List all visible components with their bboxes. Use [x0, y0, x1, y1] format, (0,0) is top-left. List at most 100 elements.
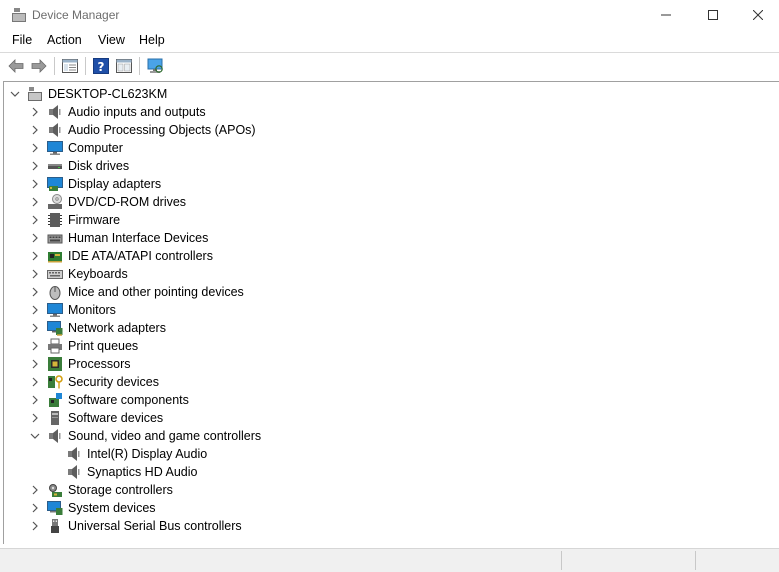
chevron-right-icon[interactable]: [29, 196, 41, 208]
tree-category[interactable]: Firmware: [29, 211, 120, 229]
toolbar-separator: [85, 57, 86, 75]
chevron-right-icon[interactable]: [29, 376, 41, 388]
chevron-right-icon[interactable]: [29, 304, 41, 316]
chevron-right-icon[interactable]: [29, 232, 41, 244]
tree-category[interactable]: Audio inputs and outputs: [29, 103, 206, 121]
status-bar-divider: [561, 551, 562, 570]
maximize-button[interactable]: [690, 0, 736, 30]
menu-file[interactable]: File: [12, 33, 32, 47]
tree-category[interactable]: Keyboards: [29, 265, 128, 283]
chevron-right-icon[interactable]: [29, 520, 41, 532]
device-tree[interactable]: DESKTOP-CL623KM Audio inputs and outputs A…: [3, 81, 779, 544]
chevron-right-icon[interactable]: [29, 250, 41, 262]
chevron-right-icon[interactable]: [29, 484, 41, 496]
tree-item-label: Universal Serial Bus controllers: [68, 519, 242, 533]
chevron-right-icon[interactable]: [29, 160, 41, 172]
tree-device[interactable]: Synaptics HD Audio: [66, 463, 197, 481]
mouse-icon: [47, 284, 63, 300]
tree-item-label: Computer: [68, 141, 123, 155]
show-hide-console-tree-icon[interactable]: [61, 57, 79, 75]
tree-item-label: DVD/CD-ROM drives: [68, 195, 187, 209]
tree-category[interactable]: Monitors: [29, 301, 116, 319]
forward-icon[interactable]: [30, 57, 48, 75]
close-button[interactable]: [735, 0, 779, 30]
toolbar-separator: [139, 57, 140, 75]
tree-item-label: Audio Processing Objects (APOs): [68, 123, 256, 137]
tree-item-label: Intel(R) Display Audio: [87, 447, 208, 461]
tree-category[interactable]: Print queues: [29, 337, 138, 355]
chevron-down-icon[interactable]: [29, 430, 41, 442]
tree-item-label: Display adapters: [68, 177, 162, 191]
tree-category[interactable]: Display adapters: [29, 175, 161, 193]
chevron-right-icon[interactable]: [29, 142, 41, 154]
title-bar: Device Manager: [0, 0, 779, 30]
chevron-right-icon[interactable]: [29, 106, 41, 118]
tree-item-label: Print queues: [68, 339, 139, 353]
tree-category[interactable]: Mice and other pointing devices: [29, 283, 244, 301]
tree-category[interactable]: Universal Serial Bus controllers: [29, 517, 242, 535]
chevron-right-icon[interactable]: [29, 214, 41, 226]
back-icon[interactable]: [7, 57, 25, 75]
tree-category[interactable]: Software components: [29, 391, 189, 409]
chevron-right-icon[interactable]: [29, 502, 41, 514]
menu-help[interactable]: Help: [139, 33, 165, 47]
toolbar: ?: [0, 52, 779, 79]
chevron-down-icon[interactable]: [9, 88, 21, 100]
chevron-right-icon[interactable]: [29, 394, 41, 406]
storage-controller-icon: [47, 482, 63, 498]
device-manager-icon: [11, 7, 27, 23]
help-icon[interactable]: ?: [92, 57, 110, 75]
chevron-right-icon[interactable]: [29, 322, 41, 334]
menu-action[interactable]: Action: [47, 33, 82, 47]
tree-category[interactable]: Audio Processing Objects (APOs): [29, 121, 256, 139]
chevron-right-icon[interactable]: [29, 340, 41, 352]
menu-view[interactable]: View: [98, 33, 125, 47]
minimize-button[interactable]: [643, 0, 689, 30]
tree-item-label: System devices: [68, 501, 156, 515]
disk-drive-icon: [47, 158, 63, 174]
scan-hardware-icon[interactable]: [146, 57, 164, 75]
tree-category[interactable]: IDE ATA/ATAPI controllers: [29, 247, 213, 265]
tree-item-label: DESKTOP-CL623KM: [48, 87, 168, 101]
tree-category[interactable]: Human Interface Devices: [29, 229, 208, 247]
tree-device[interactable]: Intel(R) Display Audio: [66, 445, 207, 463]
chevron-right-icon[interactable]: [29, 412, 41, 424]
ide-controller-icon: [47, 248, 63, 264]
properties-icon[interactable]: [115, 57, 133, 75]
chevron-right-icon[interactable]: [29, 124, 41, 136]
tree-category[interactable]: Processors: [29, 355, 131, 373]
processor-icon: [47, 356, 63, 372]
monitor-icon: [47, 302, 63, 318]
chevron-right-icon[interactable]: [29, 178, 41, 190]
speaker-icon: [47, 428, 63, 444]
tree-item-label: Software components: [68, 393, 189, 407]
chevron-right-icon[interactable]: [29, 358, 41, 370]
status-bar-divider: [695, 551, 696, 570]
tree-category[interactable]: Computer: [29, 139, 123, 157]
security-device-icon: [47, 374, 63, 390]
tree-item-label: Sound, video and game controllers: [68, 429, 262, 443]
network-adapter-icon: [47, 320, 63, 336]
tree-category[interactable]: Sound, video and game controllers: [29, 427, 261, 445]
tree-item-label: Audio inputs and outputs: [68, 105, 206, 119]
chevron-right-icon[interactable]: [29, 268, 41, 280]
tree-category[interactable]: DVD/CD-ROM drives: [29, 193, 186, 211]
display-adapter-icon: [47, 176, 63, 192]
tree-root-computer[interactable]: DESKTOP-CL623KM: [9, 85, 167, 103]
tree-category[interactable]: System devices: [29, 499, 156, 517]
tree-category[interactable]: Storage controllers: [29, 481, 173, 499]
window-title: Device Manager: [32, 8, 120, 22]
chevron-right-icon[interactable]: [29, 286, 41, 298]
tree-category[interactable]: Software devices: [29, 409, 163, 427]
software-device-icon: [47, 410, 63, 426]
printer-icon: [47, 338, 63, 354]
dvd-drive-icon: [47, 194, 63, 210]
tree-category[interactable]: Security devices: [29, 373, 159, 391]
tree-category[interactable]: Disk drives: [29, 157, 129, 175]
keyboard-icon: [47, 266, 63, 282]
tree-category[interactable]: Network adapters: [29, 319, 166, 337]
firmware-icon: [47, 212, 63, 228]
tree-item-label: Mice and other pointing devices: [68, 285, 244, 299]
status-bar: [0, 548, 779, 572]
tree-item-label: Processors: [68, 357, 131, 371]
